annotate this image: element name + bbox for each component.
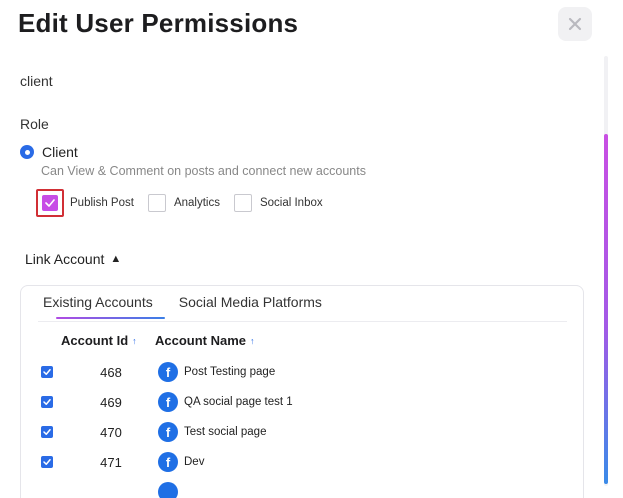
check-icon — [43, 369, 51, 375]
facebook-icon: f — [158, 362, 178, 382]
facebook-icon: f — [158, 452, 178, 472]
facebook-icon — [158, 482, 178, 498]
social-inbox-checkbox[interactable] — [233, 194, 252, 212]
account-id: 468 — [100, 364, 122, 380]
row-checkbox[interactable] — [41, 396, 53, 408]
dialog-title: Edit User Permissions — [18, 8, 299, 38]
publish-post-label: Publish Post — [70, 197, 134, 209]
analytics-checkbox[interactable] — [147, 194, 166, 212]
user-name: client — [20, 73, 53, 89]
link-account-toggle[interactable]: Link Account ▲ — [25, 251, 121, 267]
column-account-name[interactable]: Account Name ↑ — [155, 333, 255, 348]
check-icon — [42, 195, 58, 211]
role-label: Role — [20, 116, 49, 132]
table-row: 468 f Post Testing page — [41, 362, 275, 382]
facebook-icon: f — [158, 422, 178, 442]
sort-arrow-icon: ↑ — [250, 335, 255, 346]
account-tabs: Existing Accounts Social Media Platforms — [43, 294, 322, 319]
permission-publish-post[interactable]: Publish Post — [36, 189, 134, 217]
table-row: 469 f QA social page test 1 — [41, 392, 293, 412]
account-name: Test social page — [184, 426, 267, 438]
tab-social-media-platforms[interactable]: Social Media Platforms — [179, 294, 322, 319]
account-id: 471 — [100, 454, 122, 470]
table-row: 470 f Test social page — [41, 422, 266, 442]
tabs-divider — [38, 321, 567, 322]
role-name: Client — [42, 144, 78, 160]
link-account-panel: Existing Accounts Social Media Platforms… — [20, 285, 584, 498]
close-icon — [568, 17, 582, 31]
role-description: Can View & Comment on posts and connect … — [41, 164, 366, 178]
scrollbar-thumb[interactable] — [604, 134, 608, 484]
account-name: Dev — [184, 456, 205, 468]
account-name: QA social page test 1 — [184, 396, 293, 408]
row-checkbox[interactable] — [41, 426, 53, 438]
radio-selected-icon[interactable] — [20, 145, 34, 159]
check-icon — [43, 459, 51, 465]
permissions-group: Publish Post Analytics Social Inbox — [36, 189, 337, 217]
sort-arrow-icon: ↑ — [132, 335, 137, 346]
column-account-id-label: Account Id — [61, 333, 129, 348]
close-button[interactable] — [558, 7, 592, 41]
column-account-id[interactable]: Account Id ↑ — [61, 333, 155, 348]
facebook-icon: f — [158, 392, 178, 412]
row-checkbox[interactable] — [41, 456, 53, 468]
column-account-name-label: Account Name — [155, 333, 247, 348]
publish-post-checkbox[interactable] — [36, 189, 64, 217]
role-radio-client[interactable]: Client — [20, 144, 78, 160]
permission-analytics[interactable]: Analytics — [147, 194, 220, 212]
account-name: Post Testing page — [184, 366, 276, 378]
account-id: 469 — [100, 394, 122, 410]
account-id: 470 — [100, 424, 122, 440]
social-inbox-label: Social Inbox — [259, 197, 323, 209]
check-icon — [43, 429, 51, 435]
table-row: 471 f Dev — [41, 452, 204, 472]
caret-up-icon: ▲ — [110, 253, 122, 265]
permission-social-inbox[interactable]: Social Inbox — [233, 194, 323, 212]
analytics-label: Analytics — [173, 197, 220, 209]
row-checkbox[interactable] — [41, 366, 53, 378]
table-header: Account Id ↑ Account Name ↑ — [61, 333, 255, 348]
tab-existing-accounts[interactable]: Existing Accounts — [43, 294, 165, 319]
link-account-label: Link Account — [25, 251, 105, 267]
check-icon — [43, 399, 51, 405]
